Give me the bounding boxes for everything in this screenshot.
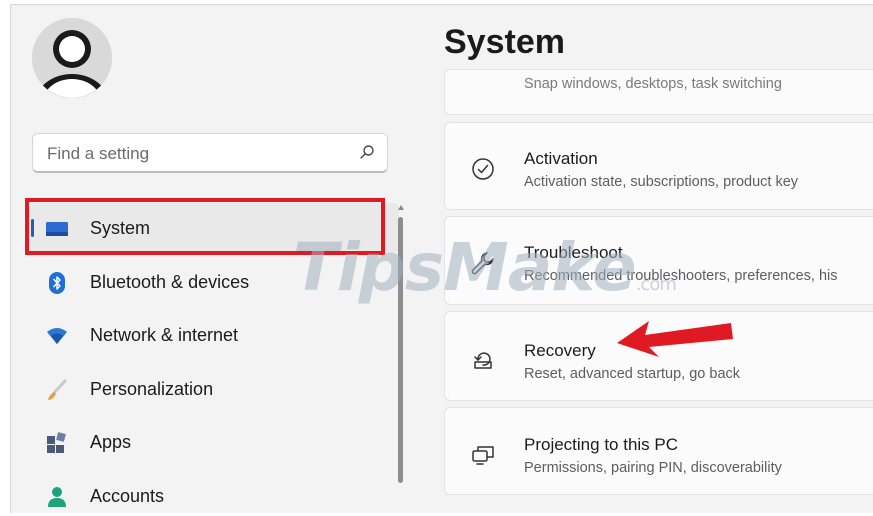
- system-icon: [46, 218, 68, 240]
- search-icon[interactable]: [359, 144, 375, 165]
- sidebar-item-network[interactable]: Network & internet: [29, 310, 399, 360]
- page-title: System: [444, 23, 565, 61]
- wifi-icon: [46, 325, 68, 347]
- check-circle-icon: [470, 156, 496, 182]
- card-title: Activation: [524, 149, 598, 168]
- sidebar-item-label: System: [90, 218, 151, 238]
- sidebar-item-label: Apps: [90, 432, 132, 452]
- card-title: Troubleshoot: [524, 243, 623, 262]
- brush-icon: [46, 379, 68, 401]
- card-subtitle: Recommended troubleshooters, preferences…: [524, 268, 838, 284]
- bluetooth-icon: [46, 271, 68, 294]
- settings-card-partial[interactable]: Snap windows, desktops, task switching: [444, 69, 873, 115]
- user-avatar[interactable]: [32, 18, 112, 98]
- settings-card-troubleshoot[interactable]: Troubleshoot Recommended troubleshooters…: [444, 216, 873, 305]
- settings-card-activation[interactable]: Activation Activation state, subscriptio…: [444, 122, 873, 210]
- card-subtitle: Permissions, pairing PIN, discoverabilit…: [524, 460, 782, 476]
- settings-card-recovery[interactable]: Recovery Reset, advanced startup, go bac…: [444, 311, 873, 401]
- sidebar-item-label: Bluetooth & devices: [90, 271, 250, 292]
- card-subtitle: Activation state, subscriptions, product…: [524, 174, 799, 190]
- sidebar-scrollbar[interactable]: [397, 205, 405, 505]
- sidebar-item-personalization[interactable]: Personalization: [29, 364, 399, 414]
- sidebar-item-system[interactable]: System: [29, 203, 399, 253]
- sidebar-item-accounts[interactable]: Accounts: [29, 471, 399, 514]
- sidebar-item-bluetooth[interactable]: Bluetooth & devices: [29, 257, 399, 307]
- scrollbar-thumb[interactable]: [398, 217, 403, 483]
- sidebar-item-apps[interactable]: Apps: [29, 417, 399, 467]
- apps-icon: [46, 432, 68, 454]
- search-box[interactable]: [32, 133, 388, 173]
- settings-card-projecting[interactable]: Projecting to this PC Permissions, pairi…: [444, 407, 873, 495]
- card-subtitle: Snap windows, desktops, task switching: [524, 76, 782, 92]
- card-subtitle: Reset, advanced startup, go back: [524, 366, 741, 382]
- settings-window: System Bluetooth & devices Network & int…: [10, 4, 873, 513]
- search-input[interactable]: [45, 142, 339, 166]
- projector-icon: [470, 441, 496, 467]
- active-indicator: [31, 219, 34, 237]
- scroll-up-icon[interactable]: [398, 205, 404, 210]
- card-title: Recovery: [524, 341, 596, 360]
- card-title: Projecting to this PC: [524, 435, 679, 454]
- person-icon: [46, 486, 68, 508]
- person-silhouette-icon: [32, 18, 112, 98]
- sidebar-item-label: Accounts: [90, 485, 165, 506]
- recovery-icon: [470, 346, 496, 372]
- sidebar-item-label: Personalization: [90, 378, 214, 399]
- sidebar-nav: System Bluetooth & devices Network & int…: [29, 203, 399, 513]
- wrench-icon: [470, 250, 496, 276]
- sidebar-item-label: Network & internet: [90, 325, 239, 345]
